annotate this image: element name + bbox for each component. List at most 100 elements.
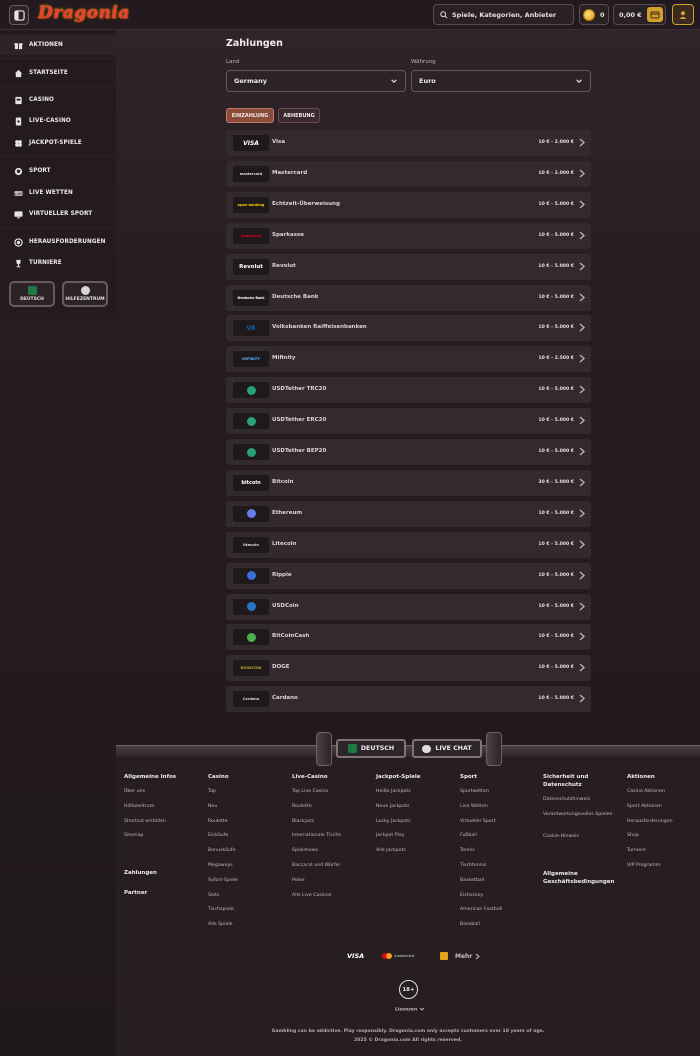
payment-method-row[interactable]: Revolut Revolut 10 € - 5.000 € xyxy=(226,253,591,280)
sidebar-item-live-casino[interactable]: LIVE-CASINO xyxy=(0,111,116,131)
footer-link[interactable]: Spielshows xyxy=(292,847,370,862)
footer-link[interactable]: Casino Aktionen xyxy=(627,788,700,803)
payment-method-row[interactable]: Cardano Cardano 10 € - 5.000 € xyxy=(226,686,591,713)
sidebar-item-live-wetten[interactable]: LIVE LIVE WETTEN xyxy=(0,183,116,203)
payment-method-row[interactable]: VISA Visa 10 € - 2.000 € xyxy=(226,130,591,156)
footer-link[interactable]: Baccarat und Würfel xyxy=(292,862,370,877)
footer-link[interactable]: Shop xyxy=(627,832,700,847)
footer-link-agb[interactable]: Allgemeine Geschäftsbedingungen xyxy=(543,870,614,886)
payment-method-row[interactable]: mastercard Mastercard 10 € - 2.000 € xyxy=(226,160,591,187)
footer-link[interactable]: Eishockey xyxy=(460,892,538,907)
footer-link[interactable]: Neue Jackpots xyxy=(376,803,454,818)
footer-link[interactable]: Alle Spiele xyxy=(208,921,286,936)
footer-link[interactable]: Tischtennis xyxy=(460,862,538,877)
payment-method-row[interactable]: open banking Echtzeit-Überweisung 10 € - 5… xyxy=(226,191,591,218)
payment-method-row[interactable]: litecoin Litecoin 10 € - 5.000 € xyxy=(226,531,591,558)
footer-link-zahlungen[interactable]: Zahlungen xyxy=(124,870,157,876)
footer-link[interactable]: Live Wetten xyxy=(460,803,538,818)
footer-link[interactable]: Top Live Casino xyxy=(292,788,370,803)
payment-method-row[interactable]: USDTether BEP20 10 € - 5.000 € xyxy=(226,439,591,465)
payment-method-row[interactable]: DOGECOIN DOGE 10 € - 5.000 € xyxy=(226,655,591,682)
footer-column-title: Jackpot-Spiele xyxy=(376,774,421,780)
sidebar-item-turniere[interactable]: TURNIERE xyxy=(0,253,116,273)
deposit-icon[interactable] xyxy=(647,7,663,22)
help-center-button[interactable]: HILFEZENTRUM xyxy=(62,281,108,307)
footer-link[interactable]: VIP Programm xyxy=(627,862,700,877)
footer-link[interactable]: Verantwortungsvolles Spielen xyxy=(543,811,613,833)
coins-balance[interactable]: 0 xyxy=(579,4,609,25)
footer-link[interactable]: Turniere xyxy=(627,847,700,862)
payment-method-row[interactable]: VR Volksbanken Raiffeisenbanken 10 € - 5.0… xyxy=(226,315,591,342)
sidebar-item-aktionen[interactable]: AKTIONEN xyxy=(0,35,116,55)
footer-link[interactable]: Einkäufe xyxy=(208,832,286,847)
footer-link[interactable]: Sport Aktionen xyxy=(627,803,700,818)
payment-method-logo xyxy=(233,382,269,399)
search-input[interactable]: Spiele, Kategorien, Anbieter xyxy=(433,4,574,25)
sidebar-item-virtueller-sport[interactable]: VIRTUELLER SPORT xyxy=(0,204,116,224)
footer-link[interactable]: Baseball xyxy=(460,921,538,936)
footer-link[interactable]: Basketball xyxy=(460,877,538,892)
footer-link[interactable]: Tischspiele xyxy=(208,906,286,921)
sidebar-item-jackpot-spiele[interactable]: JACKPOT-SPIELE xyxy=(0,133,116,153)
footer-link[interactable]: American Football xyxy=(460,906,538,921)
footer-link[interactable]: Sofort-Spiele xyxy=(208,877,286,892)
footer-link[interactable]: Alle Jackpots xyxy=(376,847,454,862)
wallet-balance[interactable]: 0,00 € xyxy=(613,4,666,25)
footer-link[interactable]: Jackpot Play xyxy=(376,832,454,847)
footer-link[interactable]: Megaways xyxy=(208,862,286,877)
payment-method-row[interactable]: bitcoin Bitcoin 30 € - 5.000 € xyxy=(226,469,591,496)
footer-link[interactable]: Poker xyxy=(292,877,370,892)
dragonia-logo[interactable]: Dragonia xyxy=(38,3,130,23)
country-select[interactable]: Germany xyxy=(226,70,406,92)
footer-link[interactable]: Heiße Jackpots xyxy=(376,788,454,803)
currency-select[interactable]: Euro xyxy=(411,70,591,92)
footer-link[interactable]: Fußball xyxy=(460,832,538,847)
payment-method-row[interactable]: Ripple 10 € - 5.000 € xyxy=(226,562,591,589)
footer-link[interactable]: Internationale Tische xyxy=(292,832,370,847)
payment-method-row[interactable]: MIFINITY Mifinity 10 € - 2.500 € xyxy=(226,346,591,373)
footer-link[interactable]: Slots xyxy=(208,892,286,907)
footer-link[interactable]: Roulette xyxy=(292,803,370,818)
user-account-button[interactable] xyxy=(672,4,694,25)
footer-link[interactable]: Hilfezentrum xyxy=(124,803,202,818)
footer-link[interactable]: Bonuskäufe xyxy=(208,847,286,862)
footer-link[interactable]: Lucky Jackpots xyxy=(376,818,454,833)
footer-link[interactable]: Blackjack xyxy=(292,818,370,833)
sidebar-item-sport[interactable]: SPORT xyxy=(0,161,116,181)
footer-link[interactable]: Sitemap xyxy=(124,832,202,847)
footer-link-partner[interactable]: Partner xyxy=(124,890,147,896)
payment-method-row[interactable]: USDCoin 10 € - 5.000 € xyxy=(226,593,591,620)
payment-method-row[interactable]: Ethereum 10 € - 5.000 € xyxy=(226,500,591,527)
footer-link[interactable]: Sportwetten xyxy=(460,788,538,803)
language-selector-button[interactable]: DEUTSCH xyxy=(9,281,55,307)
sidebar-toggle-button[interactable] xyxy=(9,5,29,25)
more-payments-link[interactable]: Mehr xyxy=(455,953,481,960)
footer-link[interactable]: Virtueller Sport xyxy=(460,818,538,833)
payment-method-row[interactable]: USDTether TRC20 10 € - 5.000 € xyxy=(226,377,591,404)
footer-link[interactable]: Shortcut erstellen xyxy=(124,818,202,833)
tab-abhebung[interactable]: ABHEBUNG xyxy=(278,108,320,123)
sidebar-item-casino[interactable]: CASINO xyxy=(0,90,116,110)
payment-method-row[interactable]: Deutsche Bank Deutsche Bank 10 € - 5.000 € xyxy=(226,284,591,311)
footer-link[interactable]: Neu xyxy=(208,803,286,818)
licenses-toggle[interactable]: Lizenzen xyxy=(395,1006,425,1013)
payment-method-row[interactable]: Sparkasse Sparkasse 10 € - 5.000 € xyxy=(226,222,591,249)
footer-link[interactable]: Top xyxy=(208,788,286,803)
trophy-icon xyxy=(14,259,23,268)
footer-link[interactable]: Über uns xyxy=(124,788,202,803)
footer-link[interactable]: Datenschutzhinweis xyxy=(543,796,613,811)
sidebar-item-startseite[interactable]: STARTSEITE xyxy=(0,63,116,83)
footer-link[interactable]: Cookie-Hinweis xyxy=(543,833,613,848)
tab-einzahlung[interactable]: EINZAHLUNG xyxy=(226,108,274,123)
payment-method-row[interactable]: BitCoinCash 10 € - 5.000 € xyxy=(226,624,591,651)
footer-link[interactable]: Tennis xyxy=(460,847,538,862)
footer-link[interactable]: Herausforderungen xyxy=(627,818,700,833)
payment-method-name: Mifinity xyxy=(272,355,296,362)
payment-method-row[interactable]: USDTether ERC20 10 € - 5.000 € xyxy=(226,408,591,435)
live-chat-button[interactable]: LIVE CHAT xyxy=(412,739,482,758)
footer-language-button[interactable]: DEUTSCH xyxy=(336,739,406,758)
payment-method-limits: 10 € - 2.000 € xyxy=(538,170,574,176)
footer-link[interactable]: Roulette xyxy=(208,818,286,833)
footer-link[interactable]: Alle Live Casinos xyxy=(292,892,370,907)
sidebar-item-herausforderungen[interactable]: HERAUSFORDERUNGEN xyxy=(0,232,116,252)
